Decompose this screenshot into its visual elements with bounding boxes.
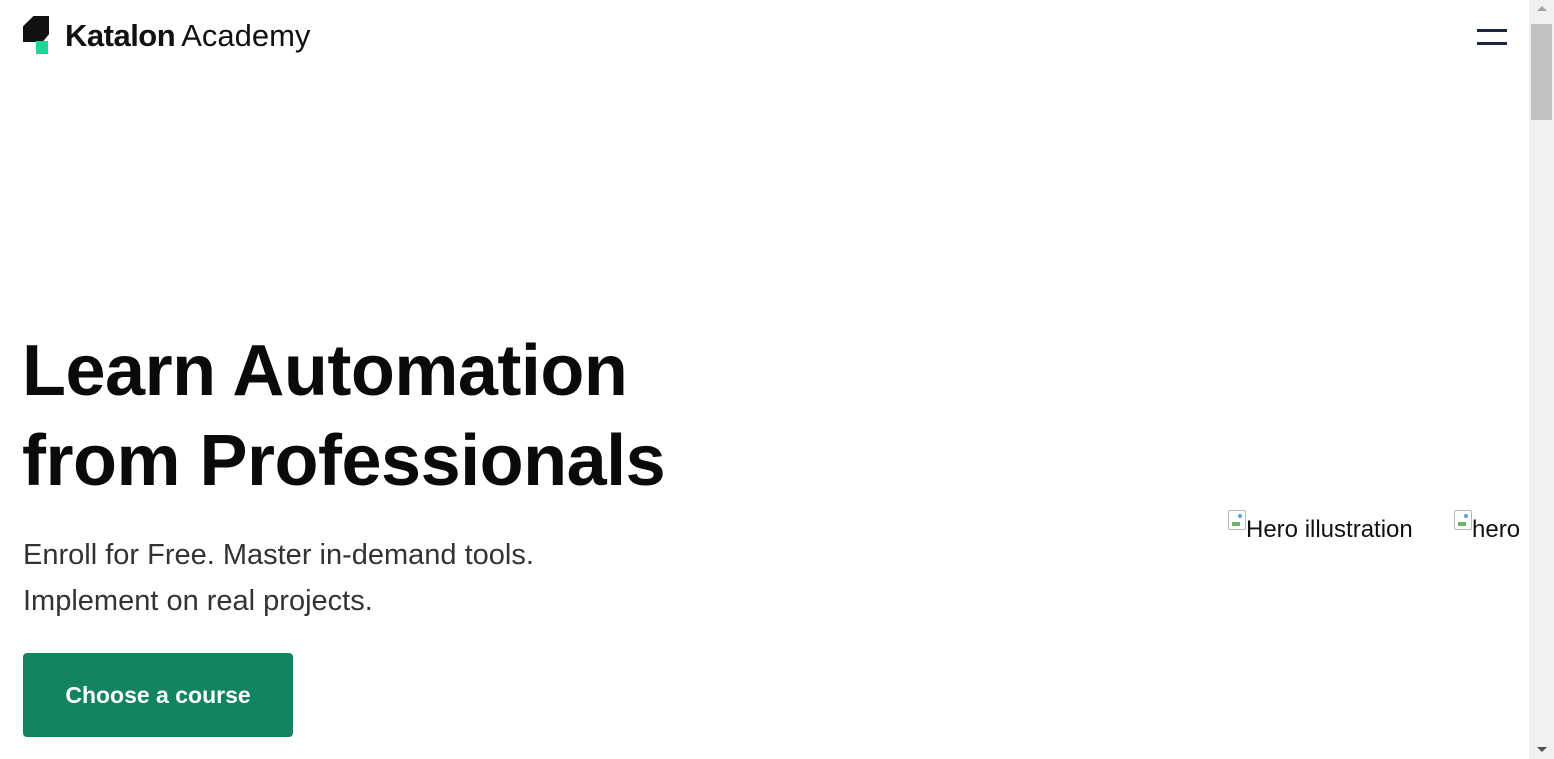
broken-image-icon (1228, 510, 1246, 530)
logo-text: Katalon Academy (65, 20, 310, 51)
hero-image-alt: hero (1472, 516, 1521, 543)
hamburger-menu-icon[interactable] (1476, 28, 1508, 48)
hero-subtitle-line1: Enroll for Free. Master in-demand tools. (23, 539, 534, 571)
hero-image: hero (1454, 510, 1529, 544)
hero-illustration-image: Hero illustration (1228, 510, 1413, 544)
scrollbar-thumb[interactable] (1531, 24, 1552, 120)
vertical-scrollbar[interactable] (1529, 0, 1554, 759)
katalon-academy-logo[interactable]: Katalon Academy (23, 16, 310, 55)
hero-title-line1: Learn Automation (22, 331, 628, 411)
brand-name: Katalon (65, 18, 176, 53)
broken-image-icon (1454, 510, 1472, 530)
choose-course-button[interactable]: Choose a course (23, 653, 293, 737)
scroll-down-arrow-icon[interactable] (1529, 742, 1554, 759)
hero-subtitle: Enroll for Free. Master in-demand tools.… (23, 532, 663, 624)
brand-sub: Academy (181, 18, 311, 53)
hero-subtitle-line2: Implement on real projects. (23, 585, 373, 617)
hero-title: Learn Automation from Professionals (22, 326, 742, 506)
scroll-up-arrow-icon[interactable] (1529, 0, 1554, 17)
katalon-logo-icon (23, 16, 49, 55)
hero-title-line2: from Professionals (22, 421, 666, 501)
hero-illustration-alt: Hero illustration (1246, 516, 1413, 543)
